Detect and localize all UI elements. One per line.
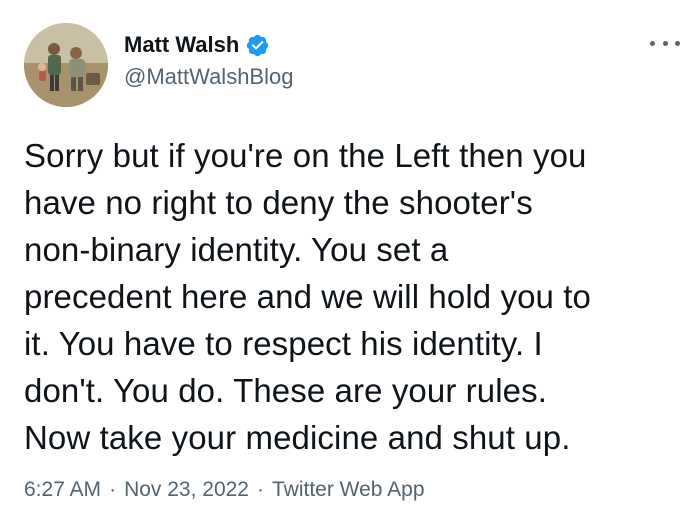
more-dot bbox=[675, 40, 680, 46]
more-dot bbox=[662, 40, 668, 46]
more-dot bbox=[650, 40, 655, 46]
tweet-date[interactable]: Nov 23, 2022 bbox=[124, 478, 249, 502]
meta-separator: · bbox=[257, 478, 264, 501]
display-name[interactable]: Matt Walsh bbox=[124, 32, 239, 58]
author-block: Matt Walsh @MattWalshBlog bbox=[124, 30, 293, 90]
avatar-photo bbox=[24, 23, 108, 107]
tweet-time[interactable]: 6:27 AM bbox=[24, 478, 101, 502]
tweet-text: Sorry but if you're on the Left then you… bbox=[24, 137, 591, 456]
verified-badge-icon bbox=[245, 33, 270, 58]
tweet-card: Matt Walsh @MattWalshBlog Sorry but if y… bbox=[0, 0, 700, 524]
name-row: Matt Walsh bbox=[124, 30, 293, 60]
avatar[interactable] bbox=[24, 23, 108, 107]
tweet-source[interactable]: Twitter Web App bbox=[272, 478, 425, 502]
author-handle[interactable]: @MattWalshBlog bbox=[124, 64, 293, 90]
meta-separator: · bbox=[109, 478, 117, 501]
tweet-meta: 6:27 AM · Nov 23, 2022 · Twitter Web App bbox=[24, 478, 425, 502]
more-options-icon[interactable] bbox=[650, 36, 680, 50]
